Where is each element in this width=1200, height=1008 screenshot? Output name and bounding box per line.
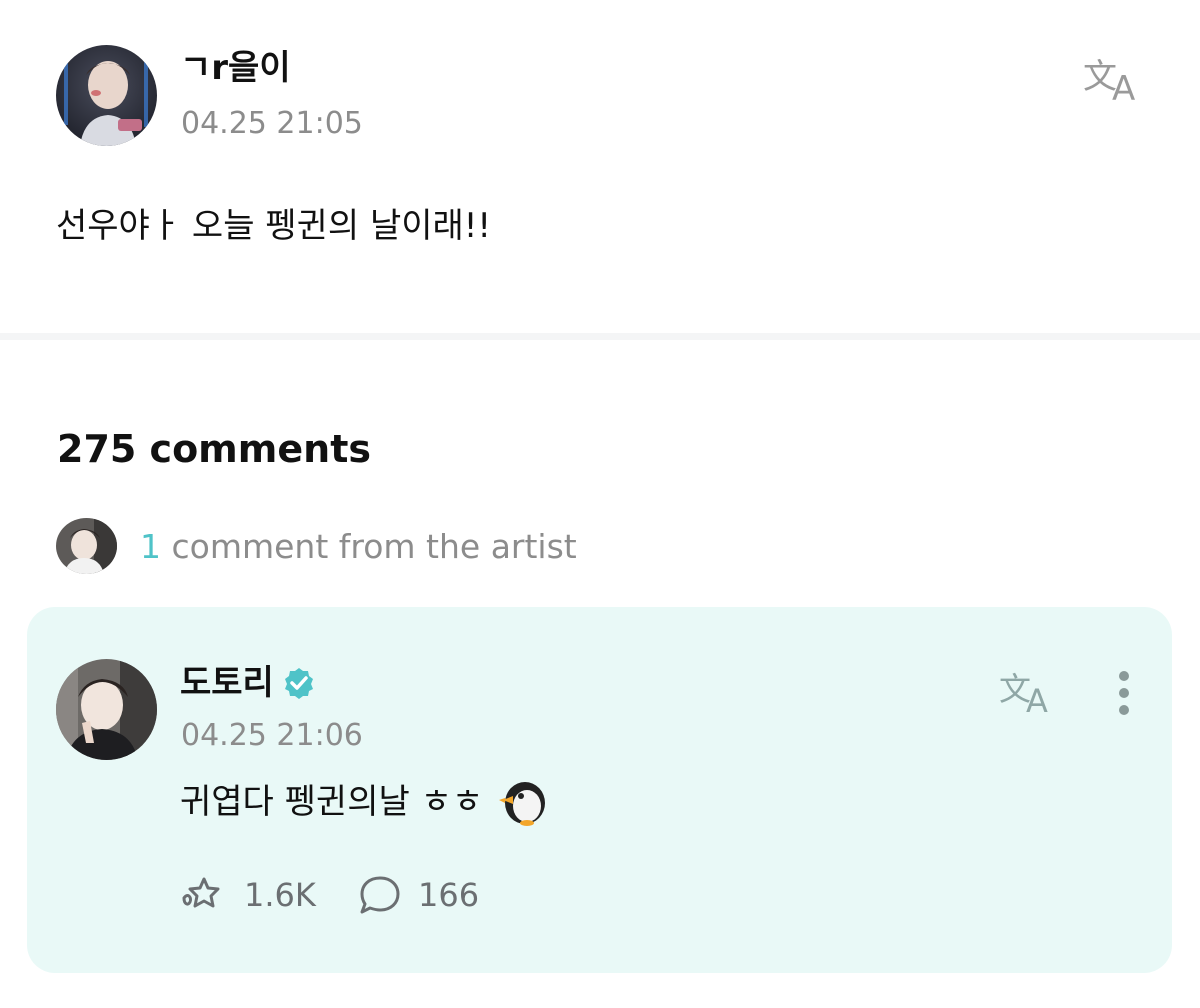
artist-avatar[interactable]	[56, 659, 157, 760]
translate-icon[interactable]: 文 A	[1082, 50, 1148, 106]
artist-comment-timestamp: 04.25 21:06	[181, 718, 363, 753]
like-icon	[182, 877, 220, 908]
verified-badge-icon	[284, 668, 313, 699]
reply-count: 166	[418, 876, 480, 914]
artist-mini-avatar[interactable]	[56, 518, 117, 574]
penguin-icon	[499, 782, 546, 826]
artist-comment-body: 귀엽다 펭귄의날 ㅎㅎ	[180, 778, 549, 826]
artist-comment-author-row[interactable]: 도토리	[180, 660, 316, 706]
svg-text:A: A	[1026, 682, 1048, 718]
reply-icon	[360, 876, 400, 914]
post-timestamp: 04.25 21:05	[181, 106, 363, 141]
artist-comment-label: comment from the artist	[171, 527, 577, 566]
artist-comment-count: 1	[140, 527, 161, 566]
translate-icon[interactable]: 文 A	[998, 664, 1060, 718]
artist-comment-text: 귀엽다 펭귄의날 ㅎㅎ	[180, 782, 484, 822]
artist-name: 도토리	[180, 663, 274, 703]
like-button[interactable]: 1.6K	[180, 874, 316, 916]
post-avatar-image	[56, 45, 157, 146]
post-author-avatar[interactable]	[56, 45, 157, 146]
post-body-text: 선우야ㅏ 오늘 펭귄의 날이래!!	[56, 206, 492, 246]
post-author-name[interactable]: ㄱr을이	[180, 46, 291, 90]
more-vertical-icon[interactable]	[1106, 668, 1142, 718]
artist-comment-summary[interactable]: 1 comment from the artist	[140, 525, 577, 569]
like-count: 1.6K	[244, 876, 316, 914]
comments-count-heading: 275 comments	[57, 427, 371, 471]
svg-text:A: A	[1112, 69, 1135, 106]
reply-button[interactable]: 166	[358, 874, 479, 916]
section-divider	[0, 333, 1200, 340]
